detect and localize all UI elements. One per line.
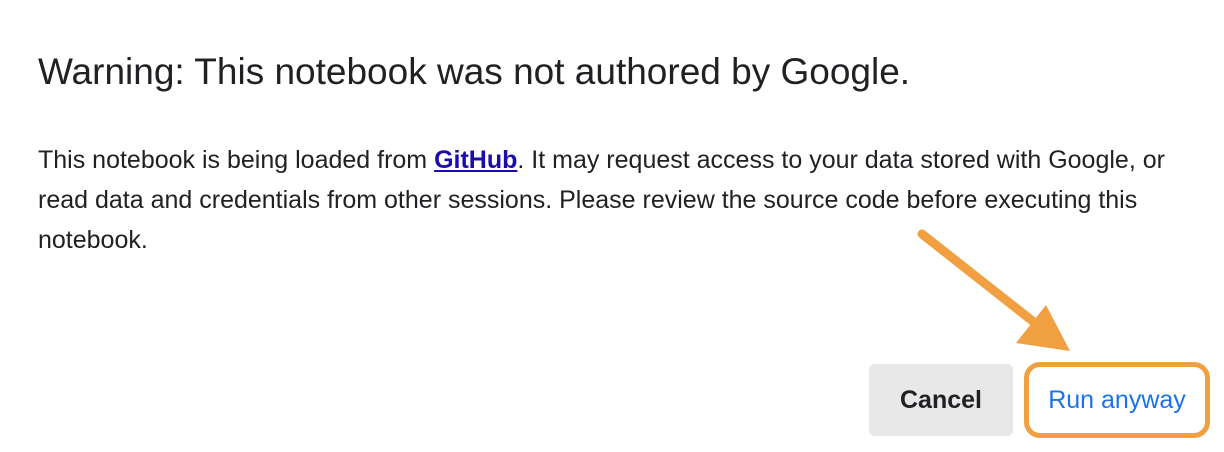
github-link[interactable]: GitHub xyxy=(434,146,517,174)
warning-dialog: Warning: This notebook was not authored … xyxy=(0,0,1224,452)
body-text-intro: This notebook is being loaded from xyxy=(38,146,435,174)
run-anyway-button[interactable]: Run anyway xyxy=(1024,362,1210,438)
dialog-title: Warning: This notebook was not authored … xyxy=(38,51,911,92)
cancel-button[interactable]: Cancel xyxy=(869,364,1013,436)
dialog-body: This notebook is being loaded from GitHu… xyxy=(38,140,1188,260)
